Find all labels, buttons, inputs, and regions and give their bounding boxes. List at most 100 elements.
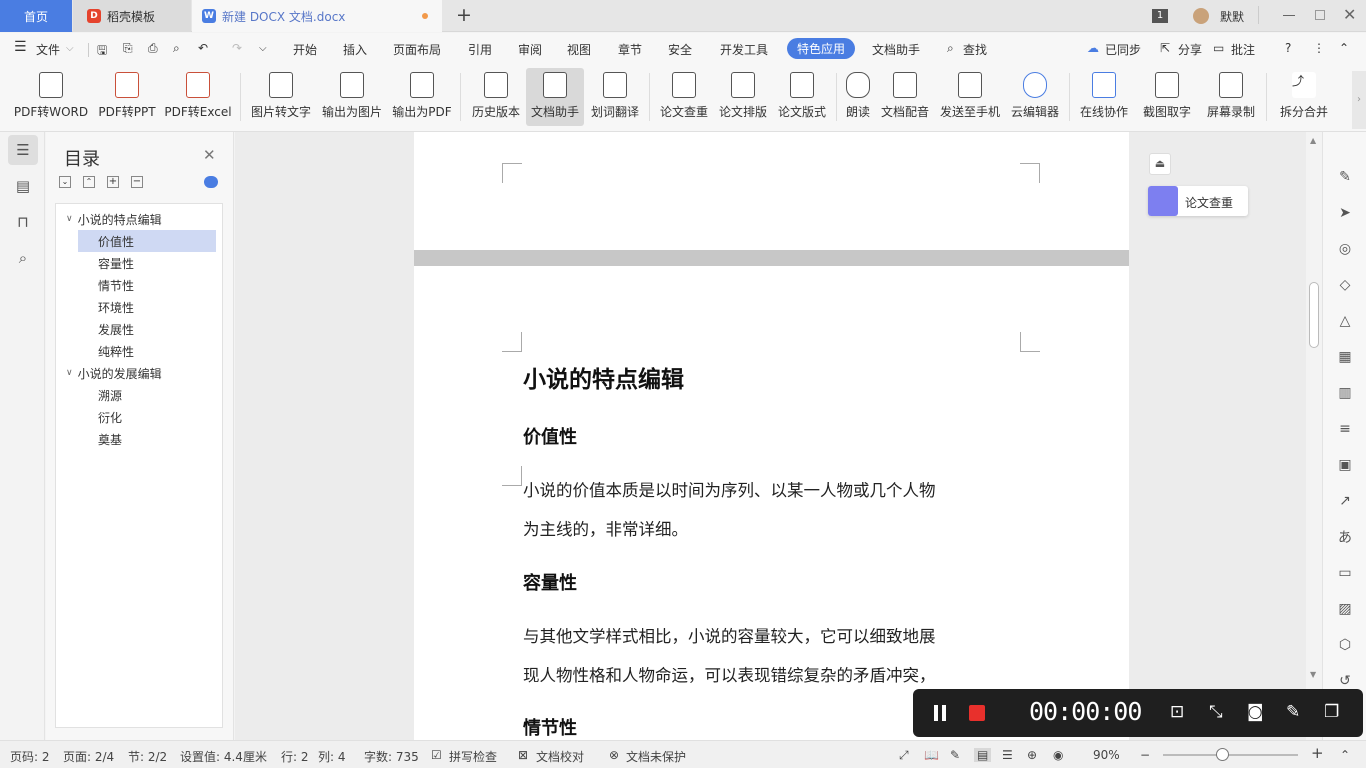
collapse-all-icon[interactable]: ⌄: [59, 176, 71, 188]
toc-item-capacity[interactable]: 容量性: [78, 252, 216, 274]
collapse-floating-icon[interactable]: ⏏: [1149, 153, 1171, 175]
shrink-icon[interactable]: ⤡: [1209, 702, 1223, 722]
menu-home[interactable]: 开始: [293, 41, 317, 58]
toc-item-foundation[interactable]: 奠基: [78, 428, 216, 450]
scroll-thumb[interactable]: [1309, 282, 1319, 348]
scroll-down-icon[interactable]: ▼: [1310, 670, 1316, 679]
pen-icon[interactable]: ✎: [1336, 168, 1354, 186]
online-collab-button[interactable]: 在线协作: [1077, 68, 1131, 126]
undo-icon[interactable]: ↶: [198, 41, 208, 55]
apps-icon[interactable]: ▦: [1336, 348, 1354, 366]
export-pdf-button[interactable]: 输出为PDF: [391, 68, 453, 126]
page-2[interactable]: 小说的特点编辑 价值性 小说的价值本质是以时间为序列、以某一人物或几个人物 为主…: [414, 266, 1129, 740]
add-level-icon[interactable]: +: [107, 176, 119, 188]
shield-icon[interactable]: ⬡: [1336, 636, 1354, 654]
save-icon[interactable]: 🖫: [97, 41, 107, 62]
shapes-icon[interactable]: ◇: [1336, 276, 1354, 294]
page-thumbnail-icon[interactable]: ▤: [8, 171, 38, 201]
help-icon[interactable]: ?: [1285, 41, 1291, 55]
read-aloud-button[interactable]: 朗读: [843, 68, 873, 126]
archive-icon[interactable]: ▭: [1336, 564, 1354, 582]
translate-button[interactable]: 划词翻译: [588, 68, 642, 126]
close-window-icon[interactable]: ✕: [1343, 5, 1356, 24]
menu-security[interactable]: 安全: [668, 41, 692, 58]
cloud-editor-button[interactable]: 云编辑器: [1008, 68, 1062, 126]
history-button[interactable]: 历史版本: [469, 68, 523, 126]
annotate-pen-icon[interactable]: ✎: [1286, 702, 1300, 722]
document-canvas[interactable]: 小说的特点编辑 价值性 小说的价值本质是以时间为序列、以某一人物或几个人物 为主…: [235, 132, 1306, 740]
doc-heading-value[interactable]: 价值性: [523, 423, 577, 449]
screenshot-ocr-button[interactable]: 截图取字: [1137, 68, 1197, 126]
zoom-out-icon[interactable]: −: [1140, 748, 1150, 762]
print-preview-icon[interactable]: ⌕: [173, 41, 180, 56]
collapse-ribbon-icon[interactable]: ⌃: [1339, 41, 1349, 55]
status-page[interactable]: 页面: 2/4: [63, 748, 114, 765]
file-menu[interactable]: 文件: [36, 41, 60, 58]
location-icon[interactable]: ◎: [1336, 240, 1354, 258]
doc-paragraph-line[interactable]: 为主线的，非常详细。: [523, 516, 688, 540]
minimize-recorder-icon[interactable]: ❐: [1324, 702, 1339, 722]
menu-view[interactable]: 视图: [567, 41, 591, 58]
user-name[interactable]: 默默: [1220, 8, 1244, 25]
status-column[interactable]: 列: 4: [318, 748, 346, 765]
history-icon[interactable]: ↺: [1336, 672, 1354, 690]
voiceover-button[interactable]: 文档配音: [878, 68, 932, 126]
split-merge-button[interactable]: ⤴ 拆分合并: [1274, 68, 1334, 126]
scroll-up-icon[interactable]: ▲: [1310, 136, 1316, 145]
doc-assistant-button[interactable]: 文档助手: [526, 68, 584, 126]
export-icon[interactable]: ↗: [1336, 492, 1354, 510]
quick-access-dropdown-icon[interactable]: ⌵: [259, 43, 267, 54]
close-panel-icon[interactable]: ✕: [203, 146, 216, 164]
status-word-count[interactable]: 字数: 735: [364, 748, 419, 765]
eye-protect-icon[interactable]: ◉: [1053, 748, 1063, 762]
doc-paragraph-line[interactable]: 小说的价值本质是以时间为序列、以某一人物或几个人物: [523, 477, 936, 501]
synced-button[interactable]: 已同步: [1105, 41, 1141, 58]
restore-icon[interactable]: [1315, 10, 1325, 20]
menu-developer[interactable]: 开发工具: [720, 41, 768, 58]
redo-icon[interactable]: ↷: [232, 41, 242, 55]
status-section[interactable]: 节: 2/2: [128, 748, 167, 765]
settings-sliders-icon[interactable]: ≡: [1336, 420, 1354, 438]
minimize-icon[interactable]: [1283, 15, 1295, 16]
camera-icon[interactable]: ◙: [1247, 702, 1264, 722]
paper-format-button[interactable]: 论文版式: [775, 68, 829, 126]
export-image-button[interactable]: 输出为图片: [320, 68, 384, 126]
find-icon[interactable]: ⌕: [8, 243, 38, 273]
ribbon-scroll-right-icon[interactable]: ›: [1352, 71, 1366, 129]
picture-icon[interactable]: ▨: [1336, 600, 1354, 618]
toc-item-environment[interactable]: 环境性: [78, 296, 216, 318]
zoom-in-icon[interactable]: +: [1311, 744, 1324, 762]
send-to-phone-button[interactable]: 发送至手机: [937, 68, 1003, 126]
image-icon[interactable]: ▣: [1336, 456, 1354, 474]
protect-status[interactable]: 文档未保护: [626, 748, 686, 765]
new-tab-button[interactable]: +: [456, 4, 472, 26]
toc-nav-icon[interactable]: ☰: [8, 135, 38, 165]
status-page-number[interactable]: 页码: 2: [10, 748, 50, 765]
doc-heading-capacity[interactable]: 容量性: [523, 569, 577, 595]
pointer-icon[interactable]: ➤: [1336, 204, 1354, 222]
translate-icon[interactable]: あ: [1336, 528, 1354, 546]
proofread-button[interactable]: 文档校对: [536, 748, 584, 765]
paper-layout-button[interactable]: 论文排版: [716, 68, 770, 126]
pause-icon[interactable]: [942, 705, 946, 721]
outline-view-icon[interactable]: ☰: [1002, 748, 1013, 762]
pdf-to-word-button[interactable]: PDF转WORD: [13, 68, 89, 126]
toc-item-evolution[interactable]: 衍化: [78, 406, 216, 428]
menu-page-layout[interactable]: 页面布局: [393, 41, 441, 58]
menu-insert[interactable]: 插入: [343, 41, 367, 58]
toc-item-novel-features[interactable]: ∨ 小说的特点编辑: [56, 208, 222, 230]
doc-paragraph-line[interactable]: 现人物性格和人物命运，可以表现错综复杂的矛盾冲突，: [523, 662, 936, 686]
image-to-text-button[interactable]: 图片转文字: [249, 68, 313, 126]
pause-icon[interactable]: [934, 705, 938, 721]
doc-paragraph-line[interactable]: 与其他文学样式相比，小说的容量较大，它可以细致地展: [523, 623, 936, 647]
search-button[interactable]: 查找: [963, 41, 987, 58]
smart-toc-icon[interactable]: [204, 176, 218, 188]
zoom-slider-handle[interactable]: [1216, 748, 1229, 761]
toc-item-purity[interactable]: 纯粹性: [78, 340, 216, 362]
menu-review[interactable]: 审阅: [518, 41, 542, 58]
window-count-badge[interactable]: 1: [1152, 9, 1168, 23]
bookmark-icon[interactable]: ⊓: [8, 207, 38, 237]
menu-references[interactable]: 引用: [468, 41, 492, 58]
vertical-scrollbar[interactable]: ▲ ▼: [1306, 132, 1322, 682]
menu-doc-assistant[interactable]: 文档助手: [872, 41, 920, 58]
